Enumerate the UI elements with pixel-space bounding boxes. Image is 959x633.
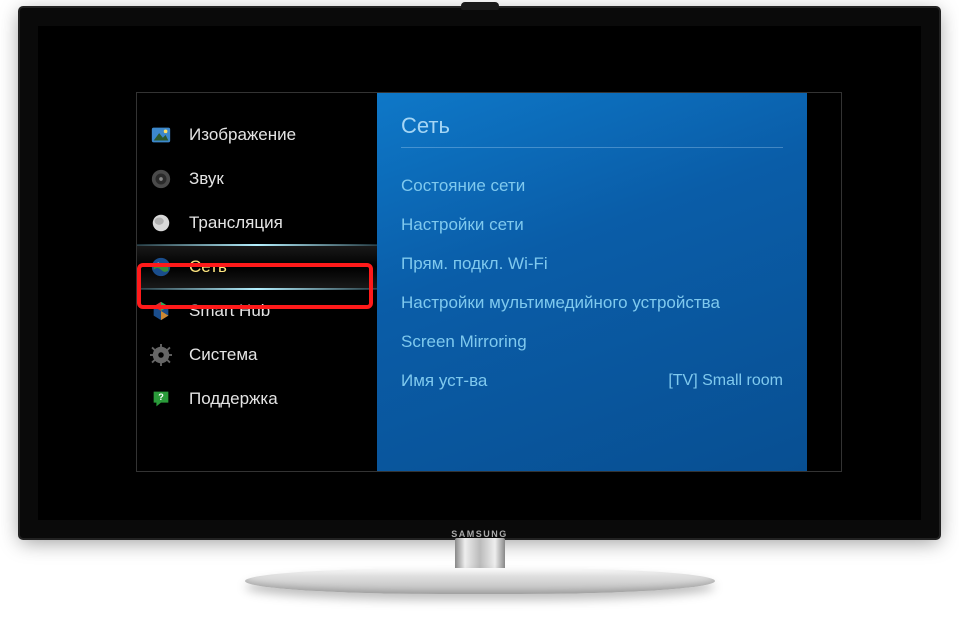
svg-text:?: ? bbox=[158, 392, 164, 402]
panel-item-multimedia-settings[interactable]: Настройки мультимедийного устройства bbox=[401, 283, 783, 322]
panel-item-label: Настройки сети bbox=[401, 215, 524, 235]
globe-icon bbox=[149, 255, 173, 279]
sidebar-label: Система bbox=[189, 345, 257, 365]
sidebar-label: Трансляция bbox=[189, 213, 283, 233]
panel-item-label: Прям. подкл. Wi-Fi bbox=[401, 254, 548, 274]
camera-notch bbox=[461, 2, 499, 10]
sidebar-label: Smart Hub bbox=[189, 301, 270, 321]
panel-item-label: Настройки мультимедийного устройства bbox=[401, 293, 720, 313]
sidebar-item-smarthub[interactable]: Smart Hub bbox=[137, 289, 377, 333]
tv-frame: SAMSUNG Изображение bbox=[20, 8, 939, 538]
sidebar-item-picture[interactable]: Изображение bbox=[137, 113, 377, 157]
panel-item-device-name[interactable]: Имя уст-ва [TV] Small room bbox=[401, 361, 783, 400]
speaker-icon bbox=[149, 167, 173, 191]
tv-stand-neck bbox=[455, 538, 505, 572]
smarthub-icon bbox=[149, 299, 173, 323]
settings-sidebar: Изображение Звук bbox=[137, 113, 377, 421]
sidebar-item-system[interactable]: Система bbox=[137, 333, 377, 377]
panel-divider bbox=[401, 147, 783, 148]
settings-container: Изображение Звук bbox=[136, 92, 842, 472]
panel-item-label: Имя уст-ва bbox=[401, 371, 487, 391]
sidebar-item-sound[interactable]: Звук bbox=[137, 157, 377, 201]
help-icon: ? bbox=[149, 387, 173, 411]
satellite-icon bbox=[149, 211, 173, 235]
tv-screen: Изображение Звук bbox=[38, 26, 921, 520]
tv-stand-base bbox=[245, 568, 715, 594]
sidebar-label: Звук bbox=[189, 169, 224, 189]
panel-item-screen-mirroring[interactable]: Screen Mirroring bbox=[401, 322, 783, 361]
sidebar-item-network[interactable]: Сеть bbox=[137, 245, 377, 289]
sidebar-label: Изображение bbox=[189, 125, 296, 145]
sidebar-label: Сеть bbox=[189, 257, 227, 277]
sidebar-item-support[interactable]: ? Поддержка bbox=[137, 377, 377, 421]
gear-icon bbox=[149, 343, 173, 367]
panel-title: Сеть bbox=[401, 113, 783, 139]
network-panel: Сеть Состояние сети Настройки сети Прям.… bbox=[377, 93, 807, 471]
panel-item-value: [TV] Small room bbox=[668, 372, 783, 390]
sidebar-item-broadcast[interactable]: Трансляция bbox=[137, 201, 377, 245]
panel-item-network-settings[interactable]: Настройки сети bbox=[401, 205, 783, 244]
picture-icon bbox=[149, 123, 173, 147]
panel-item-label: Состояние сети bbox=[401, 176, 525, 196]
panel-item-label: Screen Mirroring bbox=[401, 332, 527, 352]
sidebar-label: Поддержка bbox=[189, 389, 278, 409]
panel-item-wifi-direct[interactable]: Прям. подкл. Wi-Fi bbox=[401, 244, 783, 283]
panel-item-network-status[interactable]: Состояние сети bbox=[401, 166, 783, 205]
